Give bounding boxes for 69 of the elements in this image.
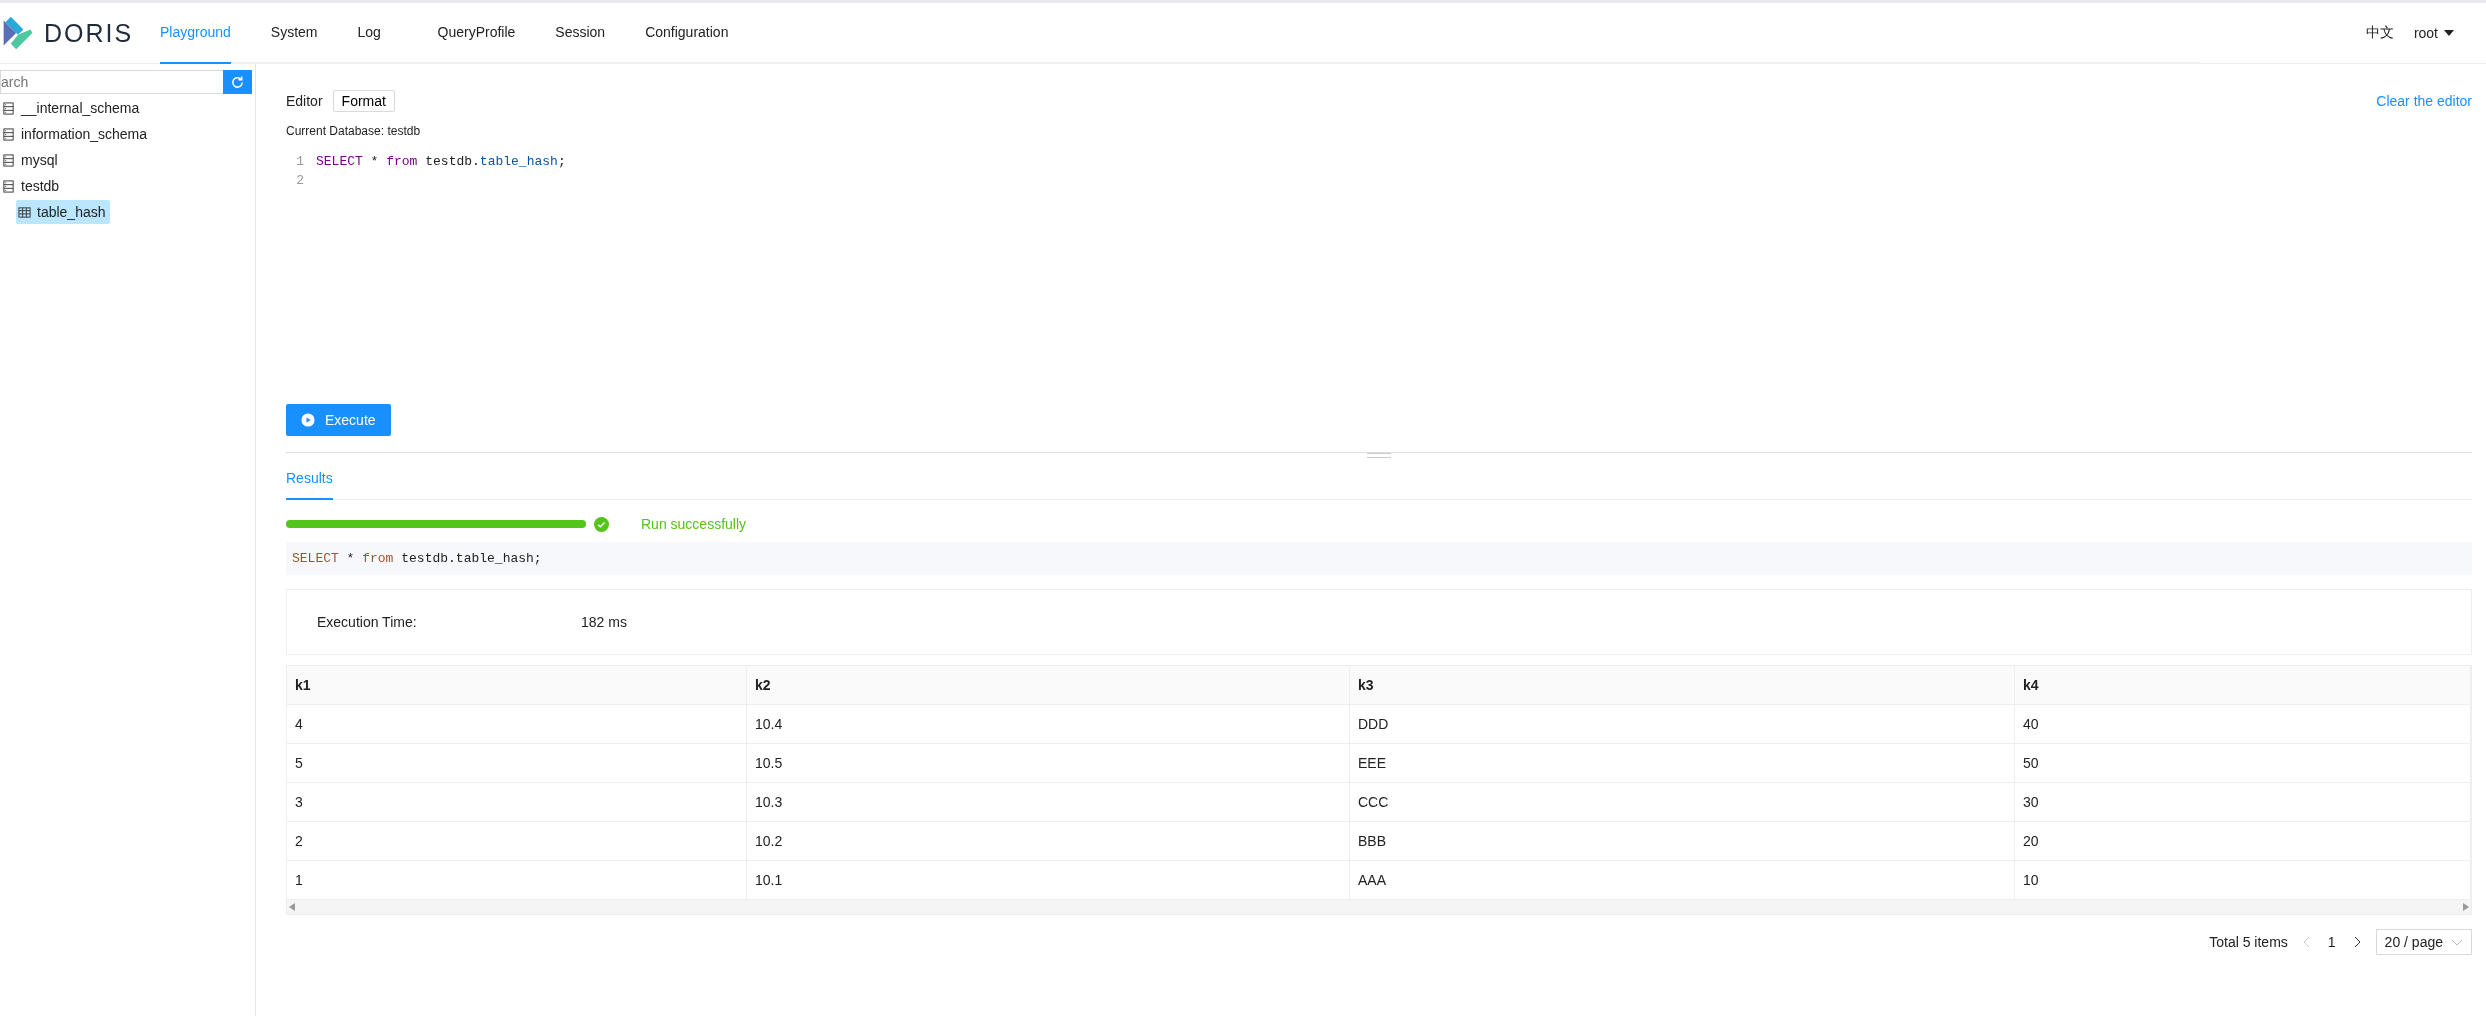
table-cell: 3	[287, 783, 747, 821]
tree-item[interactable]: table_hash	[16, 200, 110, 224]
previous-page-icon[interactable]	[2301, 936, 2310, 948]
caret-icon	[2444, 30, 2454, 36]
resize-handle-icon[interactable]	[1367, 453, 1391, 458]
nav-tab[interactable]: Session	[555, 3, 606, 62]
table-cell: 40	[2015, 705, 2471, 743]
execution-time-value: 182 ms	[581, 614, 627, 630]
database-icon	[2, 101, 15, 115]
table-cell: 10	[2015, 861, 2471, 899]
chevron-down-icon	[2451, 938, 2463, 946]
table-cell: DDD	[1350, 705, 2015, 743]
editor-label: Editor	[286, 93, 323, 109]
table-cell: CCC	[1350, 783, 2015, 821]
search-field[interactable]: arch	[0, 70, 223, 94]
table-cell: 2	[287, 822, 747, 860]
tree-item[interactable]: testdb	[0, 174, 64, 198]
table-cell: 1	[287, 861, 747, 899]
tree-item[interactable]: mysql	[0, 148, 62, 172]
tree-item[interactable]: information_schema	[0, 122, 152, 146]
table-cell: 10.1	[747, 861, 1350, 899]
page-number[interactable]: 1	[2323, 934, 2340, 950]
next-page-icon[interactable]	[2353, 936, 2362, 948]
check-circle-icon	[594, 516, 609, 532]
code-line: SELECT * from testdb.table_hash;	[316, 154, 566, 169]
nav-tab[interactable]: Log	[357, 3, 398, 62]
line-number: 2	[295, 173, 304, 188]
table-cell: 5	[287, 744, 747, 782]
table-cell: 50	[2015, 744, 2471, 782]
table-icon	[18, 205, 31, 219]
nav-tab[interactable]: QueryProfile	[437, 3, 516, 62]
user-menu[interactable]: root	[2413, 25, 2454, 41]
table-cell: 10.3	[747, 783, 1350, 821]
total-count: Total 5 items	[2209, 934, 2288, 950]
format-button[interactable]: Format	[332, 90, 395, 112]
run-status: Run successfully	[641, 516, 747, 532]
table-cell: 4	[287, 705, 747, 743]
query-text: SELECT * from testdb.table_hash;	[286, 542, 2472, 575]
refresh-icon	[230, 74, 245, 90]
play-icon	[301, 413, 315, 427]
code-editor[interactable]: 1 SELECT * from testdb.table_hash; 2	[286, 152, 2472, 404]
scroll-right-icon[interactable]	[2463, 903, 2469, 911]
table-cell: EEE	[1350, 744, 2015, 782]
scroll-left-icon[interactable]	[289, 903, 295, 911]
table-cell: 10.5	[747, 744, 1350, 782]
language-link[interactable]: 中文	[2365, 24, 2394, 42]
page-size-select[interactable]: 20 / page	[2375, 929, 2472, 955]
table-cell: 10.4	[747, 705, 1350, 743]
table-cell: 10.2	[747, 822, 1350, 860]
table-cell: AAA	[1350, 861, 2015, 899]
database-icon	[2, 153, 15, 167]
column-header: k4	[2015, 666, 2471, 704]
logo-text: DORIS	[44, 18, 134, 48]
refresh-button[interactable]	[223, 70, 252, 94]
column-header: k2	[747, 666, 1350, 704]
table-cell: 30	[2015, 783, 2471, 821]
nav-tab[interactable]: System	[270, 3, 318, 62]
database-icon	[2, 179, 15, 193]
column-header: k1	[287, 666, 747, 704]
current-database: Current Database: testdb	[286, 124, 422, 138]
tree-item[interactable]: __internal_schema	[0, 96, 144, 120]
table-cell: 20	[2015, 822, 2471, 860]
line-number: 1	[295, 154, 304, 169]
database-icon	[2, 127, 15, 141]
execution-time-label: Execution Time:	[317, 614, 418, 630]
horizontal-scrollbar[interactable]	[287, 900, 2471, 914]
table-cell: BBB	[1350, 822, 2015, 860]
column-header: k3	[1350, 666, 2015, 704]
nav-tab[interactable]: Configuration	[645, 3, 729, 62]
